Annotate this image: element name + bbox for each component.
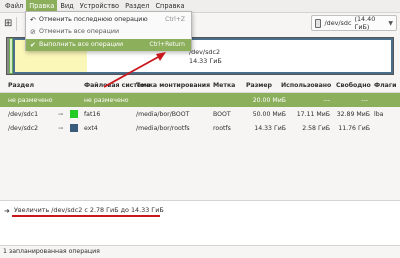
cell-partition: /dev/sdc1 (8, 110, 39, 118)
edit-menu-dropdown: ↶ Отменить последнюю операцию Ctrl+Z ⊘ О… (25, 11, 192, 51)
col-partition[interactable]: Раздел (8, 82, 34, 89)
table-header: Раздел Файловая система Точка монтирован… (0, 79, 400, 93)
menu-clear-all[interactable]: ⊘ Отменить все операции (26, 26, 191, 38)
col-mountpoint[interactable]: Точка монтирования (136, 82, 210, 89)
clear-icon: ⊘ (30, 28, 36, 36)
cell-label: BOOT (213, 110, 231, 118)
cell-size: 50.00 МиБ (252, 110, 286, 118)
cell-flags: lba (374, 110, 384, 118)
cell-label: rootfs (213, 124, 231, 132)
cell-free: --- (361, 96, 368, 104)
menu-apply-all[interactable]: ✔ Выполнить все операции Ctrl+Return (26, 39, 191, 51)
menu-undo-last-label: Отменить последнюю операцию (39, 16, 148, 23)
toolbar-separator (16, 16, 18, 31)
cell-mountpoint: /media/bor/rootfs (136, 124, 190, 132)
col-flags[interactable]: Флаги (374, 82, 396, 89)
cell-used: 2.58 ГиБ (302, 124, 330, 132)
cell-free: 32.89 МиБ (336, 110, 370, 118)
operation-item[interactable]: Увеличить /dev/sdc2 с 2.78 ГиБ до 14.33 … (14, 206, 164, 214)
cell-partition: не размечено (8, 96, 53, 104)
graph-sdc2-name: /dev/sdc2 (189, 48, 221, 56)
new-partition-icon[interactable]: ⊞ (4, 18, 12, 29)
menu-clear-all-label: Отменить все операции (39, 28, 120, 35)
menu-file[interactable]: Файл (2, 0, 26, 13)
table-row[interactable]: /dev/sdc2 ⊸ ext4 /media/bor/rootfs rootf… (0, 121, 400, 135)
status-bar: 1 запланированная операция (0, 245, 400, 258)
undo-icon: ↶ (30, 16, 36, 24)
pending-operations-pane: ➜ Увеличить /dev/sdc2 с 2.78 ГиБ до 14.3… (0, 201, 400, 245)
table-row[interactable]: /dev/sdc1 ⊸ fat16 /media/bor/BOOT BOOT 5… (0, 107, 400, 121)
table-row[interactable]: не размечено не размечено 20.00 МиБ --- … (0, 93, 400, 107)
annotation-underline (12, 215, 160, 217)
cell-free: 11.76 ГиБ (338, 124, 370, 132)
filesystem-color-swatch (70, 110, 78, 118)
col-free[interactable]: Свободно (336, 82, 371, 89)
cell-partition: /dev/sdc2 (8, 124, 39, 132)
cell-mountpoint: /media/bor/BOOT (136, 110, 190, 118)
menu-apply-all-shortcut: Ctrl+Return (149, 41, 185, 48)
device-size: (14.40 ГиБ) (354, 15, 376, 31)
key-icon: ⊸ (58, 110, 64, 118)
key-icon: ⊸ (58, 124, 64, 132)
cell-size: 20.00 МиБ (252, 96, 286, 104)
resize-arrow-icon: ➜ (4, 207, 10, 215)
cell-filesystem: fat16 (84, 110, 101, 118)
graph-sdc2-size: 14.33 ГиБ (189, 57, 222, 65)
graph-sdc2-label: /dev/sdc2 14.33 ГиБ (189, 48, 222, 66)
cell-used: --- (323, 96, 330, 104)
menu-apply-all-label: Выполнить все операции (39, 41, 124, 48)
disk-icon (315, 18, 322, 28)
col-size[interactable]: Размер (246, 82, 272, 89)
cell-filesystem: не размечено (84, 96, 129, 104)
status-text: 1 запланированная операция (3, 248, 100, 255)
col-label[interactable]: Метка (213, 82, 235, 89)
menu-undo-last-shortcut: Ctrl+Z (165, 16, 185, 23)
device-name: /dev/sdc (324, 19, 352, 27)
cell-used: 17.11 МиБ (296, 110, 330, 118)
checkmark-icon: ✔ (30, 41, 36, 49)
cell-size: 14.33 ГиБ (254, 124, 286, 132)
filesystem-color-swatch (70, 124, 78, 132)
device-selector[interactable]: /dev/sdc (14.40 ГиБ) ▼ (311, 15, 397, 31)
cell-filesystem: ext4 (84, 124, 98, 132)
col-used[interactable]: Использовано (281, 82, 331, 89)
menu-undo-last[interactable]: ↶ Отменить последнюю операцию Ctrl+Z (26, 14, 191, 26)
chevron-down-icon: ▼ (388, 19, 393, 27)
